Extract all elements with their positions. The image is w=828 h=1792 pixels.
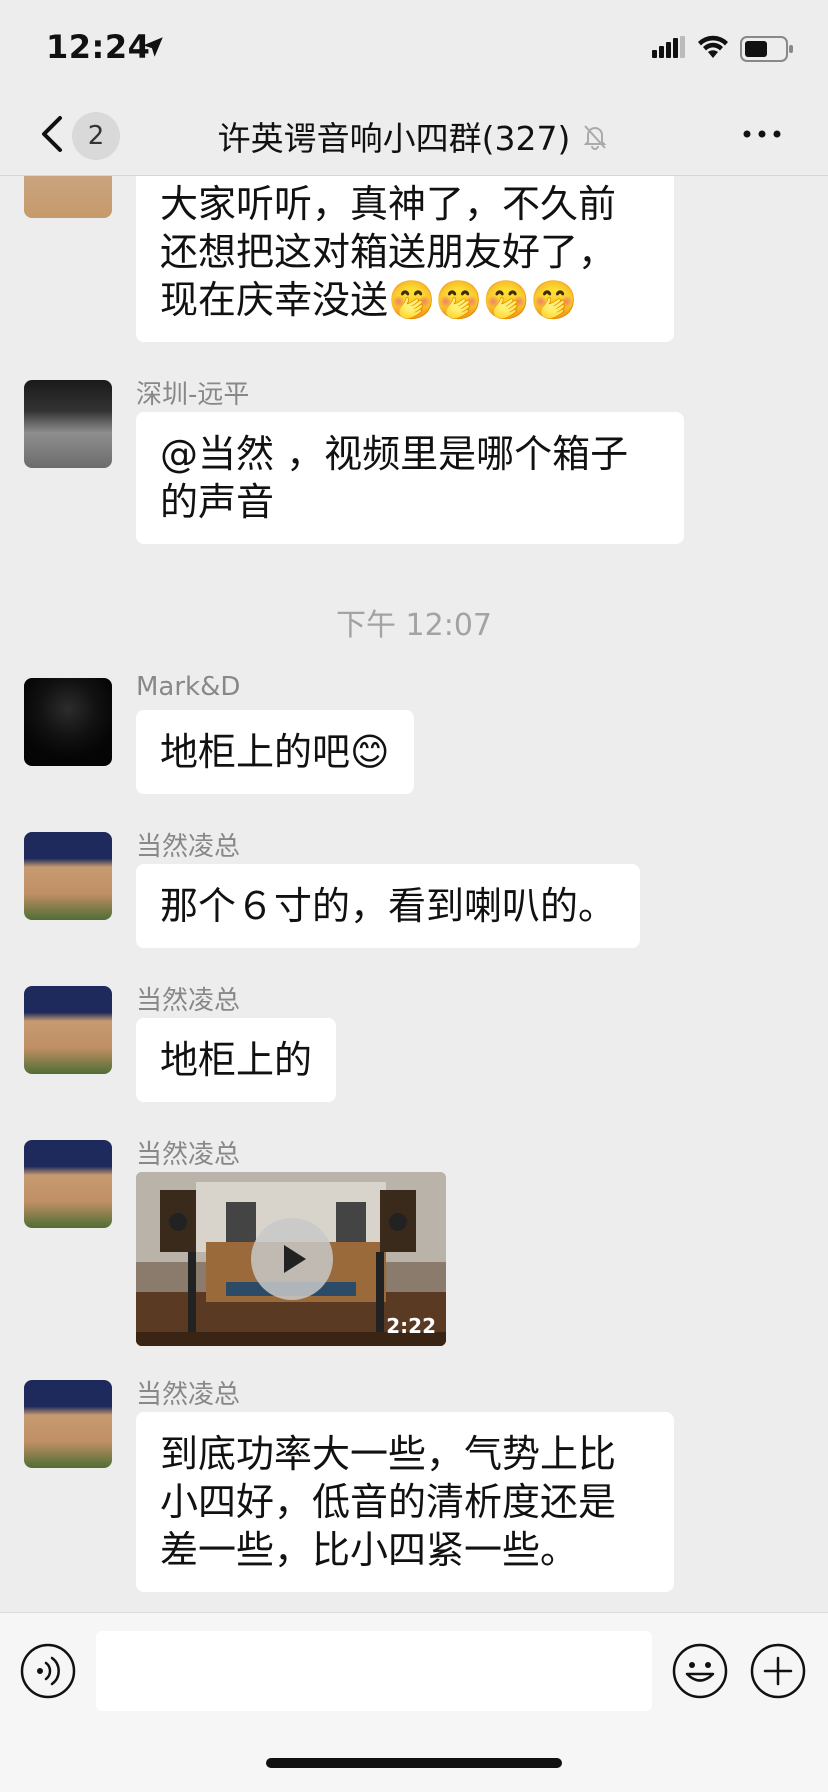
video-message[interactable]: 2:22 bbox=[136, 1172, 446, 1346]
play-icon bbox=[284, 1245, 306, 1273]
message-bubble[interactable]: 那个６寸的，看到喇叭的。 bbox=[136, 864, 641, 948]
avatar[interactable] bbox=[24, 1140, 112, 1228]
message-bubble[interactable]: 地柜上的 bbox=[136, 1018, 337, 1102]
wifi-icon bbox=[698, 35, 728, 58]
sender-name: 当然凌总 bbox=[136, 986, 241, 1016]
message-text: 那个６寸的，看到喇叭的。 bbox=[160, 884, 617, 928]
play-button[interactable] bbox=[251, 1218, 333, 1300]
plus-circle-icon[interactable] bbox=[750, 1643, 806, 1699]
sender-name: 当然凌总 bbox=[136, 1380, 241, 1410]
message-bubble[interactable]: 到底功率大一些，气势上比小四好，低音的清析度还是差一些，比小四紧一些。 bbox=[136, 1412, 674, 1592]
sender-name: 当然凌总 bbox=[136, 1140, 241, 1170]
cellular-signal-icon bbox=[652, 36, 685, 58]
message-bubble[interactable]: 大家听听，真神了，不久前还想把这对箱送朋友好了，现在庆幸没送🤭🤭🤭🤭 bbox=[136, 168, 674, 342]
video-duration: 2:22 bbox=[386, 1314, 436, 1338]
message-bubble[interactable]: @当然 ，视频里是哪个箱子的声音 bbox=[136, 412, 684, 544]
status-bar: 12:24 bbox=[0, 0, 828, 100]
voice-icon[interactable] bbox=[20, 1643, 76, 1699]
avatar[interactable] bbox=[24, 1380, 112, 1468]
ellipsis-icon[interactable] bbox=[742, 122, 782, 146]
battery-icon bbox=[740, 36, 793, 62]
message-text: 地柜上的 bbox=[160, 1038, 313, 1082]
home-indicator[interactable] bbox=[266, 1758, 562, 1768]
message-bubble[interactable]: 地柜上的吧😊 bbox=[136, 710, 414, 794]
chat-title[interactable]: 许英谔音响小四群(327) bbox=[218, 112, 571, 160]
message-text: 到底功率大一些，气势上比小四好，低音的清析度还是差一些，比小四紧一些。 bbox=[160, 1432, 617, 1572]
message-input[interactable] bbox=[96, 1631, 652, 1711]
sender-name: Mark&D bbox=[136, 672, 241, 702]
bell-slash-icon bbox=[583, 125, 607, 150]
navigation-bar: 2 许英谔音响小四群(327) bbox=[0, 100, 828, 176]
chat-title-container: 许英谔音响小四群(327) bbox=[0, 112, 828, 160]
top-bar: 12:24 2 许英谔音响小四群(327) bbox=[0, 0, 828, 176]
message-text: 大家听听，真神了，不久前还想把这对箱送朋友好了，现在庆幸没送🤭🤭🤭🤭 bbox=[160, 182, 617, 322]
status-time: 12:24 bbox=[46, 28, 151, 66]
message-text: 地柜上的吧😊 bbox=[160, 730, 390, 774]
message-text: @当然 ，视频里是哪个箱子的声音 bbox=[160, 432, 629, 524]
avatar[interactable] bbox=[24, 832, 112, 920]
sender-name: 深圳-远平 bbox=[136, 380, 250, 410]
avatar[interactable] bbox=[24, 986, 112, 1074]
avatar[interactable] bbox=[24, 678, 112, 766]
avatar[interactable] bbox=[24, 380, 112, 468]
smiley-icon[interactable] bbox=[672, 1643, 728, 1699]
timestamp: 下午 12:07 bbox=[336, 608, 492, 643]
sender-name: 当然凌总 bbox=[136, 832, 241, 862]
location-arrow-icon bbox=[143, 37, 163, 57]
